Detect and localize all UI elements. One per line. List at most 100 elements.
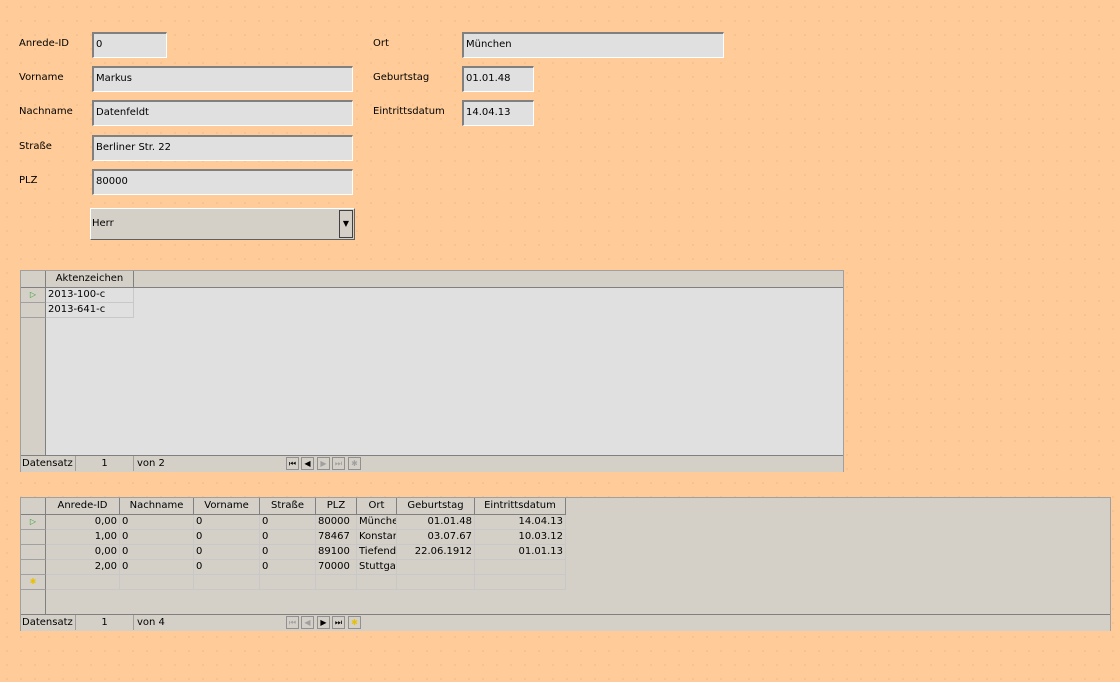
column-header-ort[interactable]: Ort: [357, 498, 397, 515]
table-cell[interactable]: 0,00: [46, 545, 120, 560]
table-cell[interactable]: [397, 575, 475, 590]
grid-corner: [21, 271, 46, 288]
last-record-icon: ⏭: [334, 459, 343, 468]
table-cell[interactable]: 10.03.12: [475, 530, 566, 545]
plz-label: PLZ: [19, 175, 38, 186]
column-header-strasse[interactable]: Straße: [260, 498, 316, 515]
table-cell[interactable]: 2013-100-c: [46, 288, 134, 303]
table-cell[interactable]: 01.01.48: [397, 515, 475, 530]
table-cell[interactable]: 0: [120, 530, 194, 545]
record-number-field[interactable]: 1: [76, 456, 134, 471]
prev-record-button[interactable]: ◀: [301, 457, 314, 470]
prev-record-button[interactable]: ◀: [301, 616, 314, 629]
record-count: von 4: [137, 617, 165, 628]
new-record-icon: ✱: [351, 618, 358, 627]
table-cell[interactable]: Konstar: [357, 530, 397, 545]
anrede-combobox[interactable]: Herr ▼: [90, 208, 355, 240]
table-cell[interactable]: 0: [260, 545, 316, 560]
new-record-button[interactable]: ✱: [348, 616, 361, 629]
table-cell[interactable]: 14.04.13: [475, 515, 566, 530]
ort-field[interactable]: München: [462, 32, 724, 58]
current-row-marker: ▷: [21, 288, 46, 303]
table-cell[interactable]: Tiefend: [357, 545, 397, 560]
last-record-button[interactable]: ⏭: [332, 616, 345, 629]
table-cell[interactable]: 01.01.13: [475, 545, 566, 560]
anrede-id-label: Anrede-ID: [19, 38, 69, 49]
table-cell[interactable]: 89100: [316, 545, 357, 560]
row-header: [21, 303, 46, 318]
table-cell[interactable]: 0: [194, 560, 260, 575]
record-label: Datensatz: [21, 615, 76, 630]
dropdown-button[interactable]: ▼: [339, 210, 353, 238]
employees-grid[interactable]: Anrede-ID Nachname Vorname Straße PLZ Or…: [20, 497, 1111, 631]
next-record-icon: ▶: [320, 459, 327, 468]
record-navigation-bar: Datensatz 1 von 2 ⏮ ◀ ▶ ⏭ ✱: [21, 455, 843, 472]
table-cell[interactable]: Stuttga: [357, 560, 397, 575]
plz-field[interactable]: 80000: [92, 169, 353, 195]
table-cell[interactable]: 0: [260, 515, 316, 530]
ort-label: Ort: [373, 38, 389, 49]
table-cell[interactable]: Münche: [357, 515, 397, 530]
record-count: von 2: [137, 458, 165, 469]
column-header-geburtstag[interactable]: Geburtstag: [397, 498, 475, 515]
vorname-field[interactable]: Markus: [92, 66, 353, 92]
table-cell[interactable]: 0: [120, 545, 194, 560]
table-cell[interactable]: 0: [120, 560, 194, 575]
table-cell[interactable]: [475, 575, 566, 590]
table-cell[interactable]: [475, 560, 566, 575]
table-cell[interactable]: 1,00: [46, 530, 120, 545]
new-row-marker: ✱: [21, 575, 46, 590]
table-cell[interactable]: [316, 575, 357, 590]
table-cell[interactable]: 22.06.1912: [397, 545, 475, 560]
header-filler: [134, 271, 843, 288]
next-record-button[interactable]: ▶: [317, 457, 330, 470]
table-cell[interactable]: [194, 575, 260, 590]
column-header-aktenzeichen[interactable]: Aktenzeichen: [46, 271, 134, 288]
first-record-button[interactable]: ⏮: [286, 616, 299, 629]
next-record-button[interactable]: ▶: [317, 616, 330, 629]
nachname-field[interactable]: Datenfeldt: [92, 100, 353, 126]
table-cell[interactable]: 0: [194, 530, 260, 545]
strasse-label: Straße: [19, 141, 52, 152]
table-cell[interactable]: 0: [194, 545, 260, 560]
table-cell[interactable]: 0: [260, 530, 316, 545]
table-cell[interactable]: 80000: [316, 515, 357, 530]
first-record-button[interactable]: ⏮: [286, 457, 299, 470]
column-header-anrede-id[interactable]: Anrede-ID: [46, 498, 120, 515]
table-cell[interactable]: 2,00: [46, 560, 120, 575]
column-header-nachname[interactable]: Nachname: [120, 498, 194, 515]
nachname-label: Nachname: [19, 106, 73, 117]
first-record-icon: ⏮: [288, 618, 297, 627]
column-header-plz[interactable]: PLZ: [316, 498, 357, 515]
table-cell[interactable]: [46, 575, 120, 590]
anrede-id-field[interactable]: 0: [92, 32, 167, 58]
table-cell[interactable]: 78467: [316, 530, 357, 545]
table-cell[interactable]: 0: [120, 515, 194, 530]
table-cell[interactable]: [357, 575, 397, 590]
table-cell[interactable]: [120, 575, 194, 590]
table-cell[interactable]: 0: [194, 515, 260, 530]
table-cell[interactable]: [260, 575, 316, 590]
table-cell[interactable]: [397, 560, 475, 575]
asterisk-icon: ✱: [29, 577, 37, 586]
record-number-field[interactable]: 1: [76, 615, 134, 630]
eintrittsdatum-field[interactable]: 14.04.13: [462, 100, 534, 126]
table-cell[interactable]: 0,00: [46, 515, 120, 530]
record-navigation-bar: Datensatz 1 von 4 ⏮ ◀ ▶ ⏭ ✱: [21, 614, 1110, 631]
table-cell[interactable]: 0: [260, 560, 316, 575]
column-header-eintrittsdatum[interactable]: Eintrittsdatum: [475, 498, 566, 515]
aktenzeichen-grid[interactable]: Aktenzeichen ▷ 2013-100-c 2013-641-c Dat…: [20, 270, 844, 472]
row-header: [21, 545, 46, 560]
row-header: [21, 530, 46, 545]
anrede-combobox-value: Herr: [92, 218, 114, 229]
table-cell[interactable]: 2013-641-c: [46, 303, 134, 318]
chevron-down-icon: ▼: [342, 219, 350, 228]
table-cell[interactable]: 03.07.67: [397, 530, 475, 545]
column-header-vorname[interactable]: Vorname: [194, 498, 260, 515]
next-record-icon: ▶: [320, 618, 327, 627]
last-record-button[interactable]: ⏭: [332, 457, 345, 470]
geburtstag-field[interactable]: 01.01.48: [462, 66, 534, 92]
new-record-button[interactable]: ✱: [348, 457, 361, 470]
table-cell[interactable]: 70000: [316, 560, 357, 575]
strasse-field[interactable]: Berliner Str. 22: [92, 135, 353, 161]
